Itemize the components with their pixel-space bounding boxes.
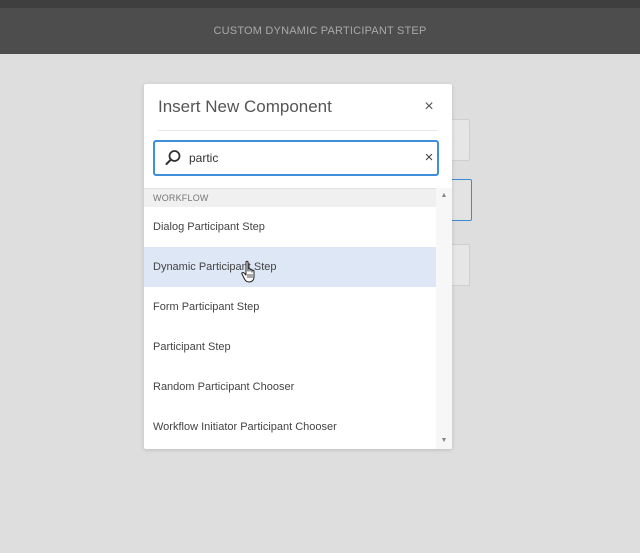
list-scrollbar[interactable]: ▲ ▼	[436, 188, 452, 449]
group-header: WORKFLOW	[144, 188, 436, 207]
search-input[interactable]	[189, 149, 409, 167]
clear-icon[interactable]: ×	[421, 148, 437, 168]
component-list-item[interactable]: Workflow Initiator Participant Chooser	[144, 407, 436, 447]
component-list: WORKFLOW Dialog Participant Step Dynamic P…	[144, 188, 436, 449]
hand-cursor-icon	[240, 260, 260, 284]
close-icon[interactable]: ×	[420, 98, 438, 116]
page-header: CUSTOM DYNAMIC PARTICIPANT STEP	[0, 8, 640, 54]
search-field: ×	[153, 140, 439, 176]
page-title: CUSTOM DYNAMIC PARTICIPANT STEP	[213, 25, 427, 37]
insert-component-dialog: Insert New Component × × WORKFLOWDialog …	[144, 84, 452, 449]
component-list-item[interactable]: Dynamic Participant Step	[144, 247, 436, 287]
scroll-down-arrow-icon[interactable]: ▼	[436, 435, 452, 447]
component-list-item[interactable]: Random Participant Chooser	[144, 367, 436, 407]
component-list-item[interactable]: Dialog Participant Step	[144, 207, 436, 247]
component-list-item[interactable]: Form Participant Step	[144, 287, 436, 327]
dialog-title: Insert New Component	[158, 97, 332, 116]
component-list-item[interactable]: Participant Step	[144, 327, 436, 367]
title-divider	[158, 130, 438, 131]
search-icon	[163, 148, 183, 168]
scroll-up-arrow-icon[interactable]: ▲	[436, 190, 452, 202]
